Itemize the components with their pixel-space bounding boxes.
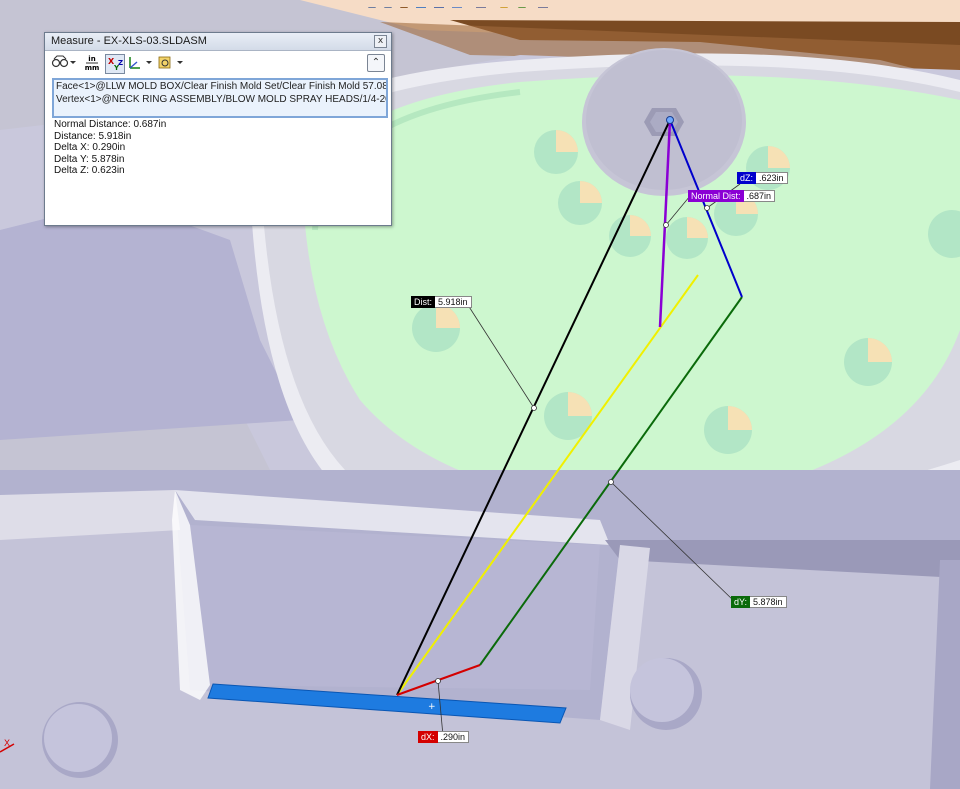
hide-show-icon[interactable] bbox=[476, 7, 486, 8]
units-icon: in mm bbox=[85, 55, 100, 72]
center-boss bbox=[582, 48, 746, 196]
arc-distance-button[interactable] bbox=[51, 54, 77, 72]
view-orientation-icon[interactable] bbox=[434, 7, 444, 8]
scene-icon[interactable] bbox=[518, 5, 526, 8]
selection-item[interactable]: Face<1>@LLW MOLD BOX/Clear Finish Mold S… bbox=[54, 80, 386, 93]
units-bottom-label: mm bbox=[85, 64, 100, 72]
edit-appearance-icon[interactable] bbox=[500, 5, 508, 8]
measure-toolbar: in mm X Y Z bbox=[45, 51, 391, 75]
mold-cavity bbox=[190, 525, 600, 690]
previous-view-icon[interactable] bbox=[400, 5, 408, 8]
distance-callout[interactable]: Dist: 5.918in bbox=[411, 296, 472, 308]
svg-text:Z: Z bbox=[118, 59, 123, 67]
result-delta-x: Delta X: 0.290in bbox=[54, 142, 126, 153]
arc-distance-icon bbox=[51, 55, 76, 68]
close-button[interactable]: x bbox=[374, 35, 387, 48]
dropdown-arrow-icon bbox=[70, 61, 76, 64]
result-delta-y: Delta Y: 5.878in bbox=[54, 153, 125, 165]
dx-callout[interactable]: dX: .290in bbox=[418, 731, 470, 743]
measure-results: Normal Distance: 0.687in Distance: 5.918… bbox=[54, 119, 384, 177]
dz-label: dZ: bbox=[737, 172, 757, 184]
measure-dialog[interactable]: Measure - EX-XLS-03.SLDASM x in mm X Y Z bbox=[44, 32, 392, 226]
dx-label: dX: bbox=[418, 731, 438, 743]
normal-distance-callout[interactable]: Normal Dist: .687in bbox=[688, 190, 776, 202]
svg-text:+: + bbox=[428, 702, 436, 712]
history-icon bbox=[158, 56, 183, 69]
units-button[interactable]: in mm bbox=[83, 54, 101, 72]
result-distance: Distance: 5.918in bbox=[54, 130, 132, 142]
point-to-point-icon bbox=[129, 57, 152, 69]
triad-x-label: X bbox=[4, 738, 11, 748]
heads-up-toolbar[interactable] bbox=[366, 0, 606, 8]
dy-value: 5.878in bbox=[750, 596, 787, 608]
normal-distance-value: .687in bbox=[743, 190, 776, 202]
dialog-title: Measure - EX-XLS-03.SLDASM bbox=[51, 35, 207, 47]
distance-label: Dist: bbox=[411, 296, 435, 308]
normal-distance-label: Normal Dist: bbox=[688, 190, 744, 202]
zoom-area-icon[interactable] bbox=[384, 5, 392, 8]
dropdown-arrow-icon bbox=[177, 61, 183, 64]
collapse-button[interactable]: ⌃ bbox=[367, 54, 385, 72]
xyz-projection-button[interactable]: X Y Z bbox=[105, 54, 125, 74]
result-normal-distance: Normal Distance: 0.687in bbox=[54, 119, 167, 130]
zoom-to-fit-icon[interactable] bbox=[368, 5, 376, 8]
dropdown-arrow-icon bbox=[146, 61, 152, 64]
dialog-titlebar[interactable]: Measure - EX-XLS-03.SLDASM x bbox=[45, 33, 391, 51]
history-button[interactable] bbox=[157, 54, 185, 72]
point-to-point-button[interactable] bbox=[127, 54, 153, 72]
selection-list[interactable]: Face<1>@LLW MOLD BOX/Clear Finish Mold S… bbox=[52, 78, 388, 118]
result-delta-z: Delta Z: 0.623in bbox=[54, 165, 125, 176]
display-style-icon[interactable] bbox=[452, 7, 462, 8]
distance-value: 5.918in bbox=[435, 296, 472, 308]
units-top-label: in bbox=[88, 55, 95, 63]
dx-value: .290in bbox=[437, 731, 470, 743]
dy-callout[interactable]: dY: 5.878in bbox=[731, 596, 787, 608]
xyz-projection-icon: X Y Z bbox=[108, 57, 123, 72]
dz-value: .623in bbox=[756, 172, 788, 184]
section-view-icon[interactable] bbox=[416, 7, 426, 8]
view-settings-icon[interactable] bbox=[538, 7, 548, 8]
dy-label: dY: bbox=[731, 596, 751, 608]
vertex-point bbox=[666, 116, 674, 124]
selection-item[interactable]: Vertex<1>@NECK RING ASSEMBLY/BLOW MOLD S… bbox=[54, 93, 386, 106]
dz-callout[interactable]: dZ: .623in bbox=[737, 172, 788, 184]
